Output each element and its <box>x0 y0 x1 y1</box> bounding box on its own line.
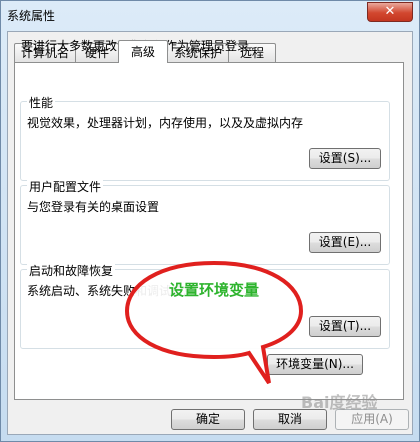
ok-button[interactable]: 确定 <box>171 409 245 430</box>
window-title: 系统属性 <box>7 9 56 23</box>
system-properties-window: 系统属性 ✕ 计算机名 硬件 高级 系统保护 远程 要进行大多数更改，您必须作为… <box>0 0 420 442</box>
close-button[interactable]: ✕ <box>367 2 413 22</box>
annotation-text: 设置环境变量 <box>168 281 259 299</box>
performance-settings-button[interactable]: 设置(S)... <box>309 148 381 169</box>
tab-advanced[interactable]: 高级 <box>118 40 168 63</box>
performance-desc: 视觉效果，处理器计划，内存使用，以及及虚拟内存 <box>27 116 304 130</box>
user-profiles-desc: 与您登录有关的桌面设置 <box>27 200 160 214</box>
startup-recovery-settings-button[interactable]: 设置(T)... <box>309 316 381 337</box>
watermark-logo: Bai度经验 <box>301 393 378 412</box>
performance-group-title: 性能 <box>27 94 56 111</box>
performance-group: 性能 视觉效果，处理器计划，内存使用，以及及虚拟内存 设置(S)... <box>20 94 390 181</box>
startup-recovery-group-title: 启动和故障恢复 <box>27 262 116 279</box>
title-bar[interactable]: 系统属性 ✕ <box>1 1 419 31</box>
user-profiles-settings-button[interactable]: 设置(E)... <box>309 232 381 253</box>
speech-bubble-outline-icon <box>124 260 304 385</box>
annotation-speech-bubble: 设置环境变量 <box>119 255 309 393</box>
user-profiles-group-title: 用户配置文件 <box>27 178 104 195</box>
user-profiles-group: 用户配置文件 与您登录有关的桌面设置 设置(E)... <box>20 178 390 265</box>
